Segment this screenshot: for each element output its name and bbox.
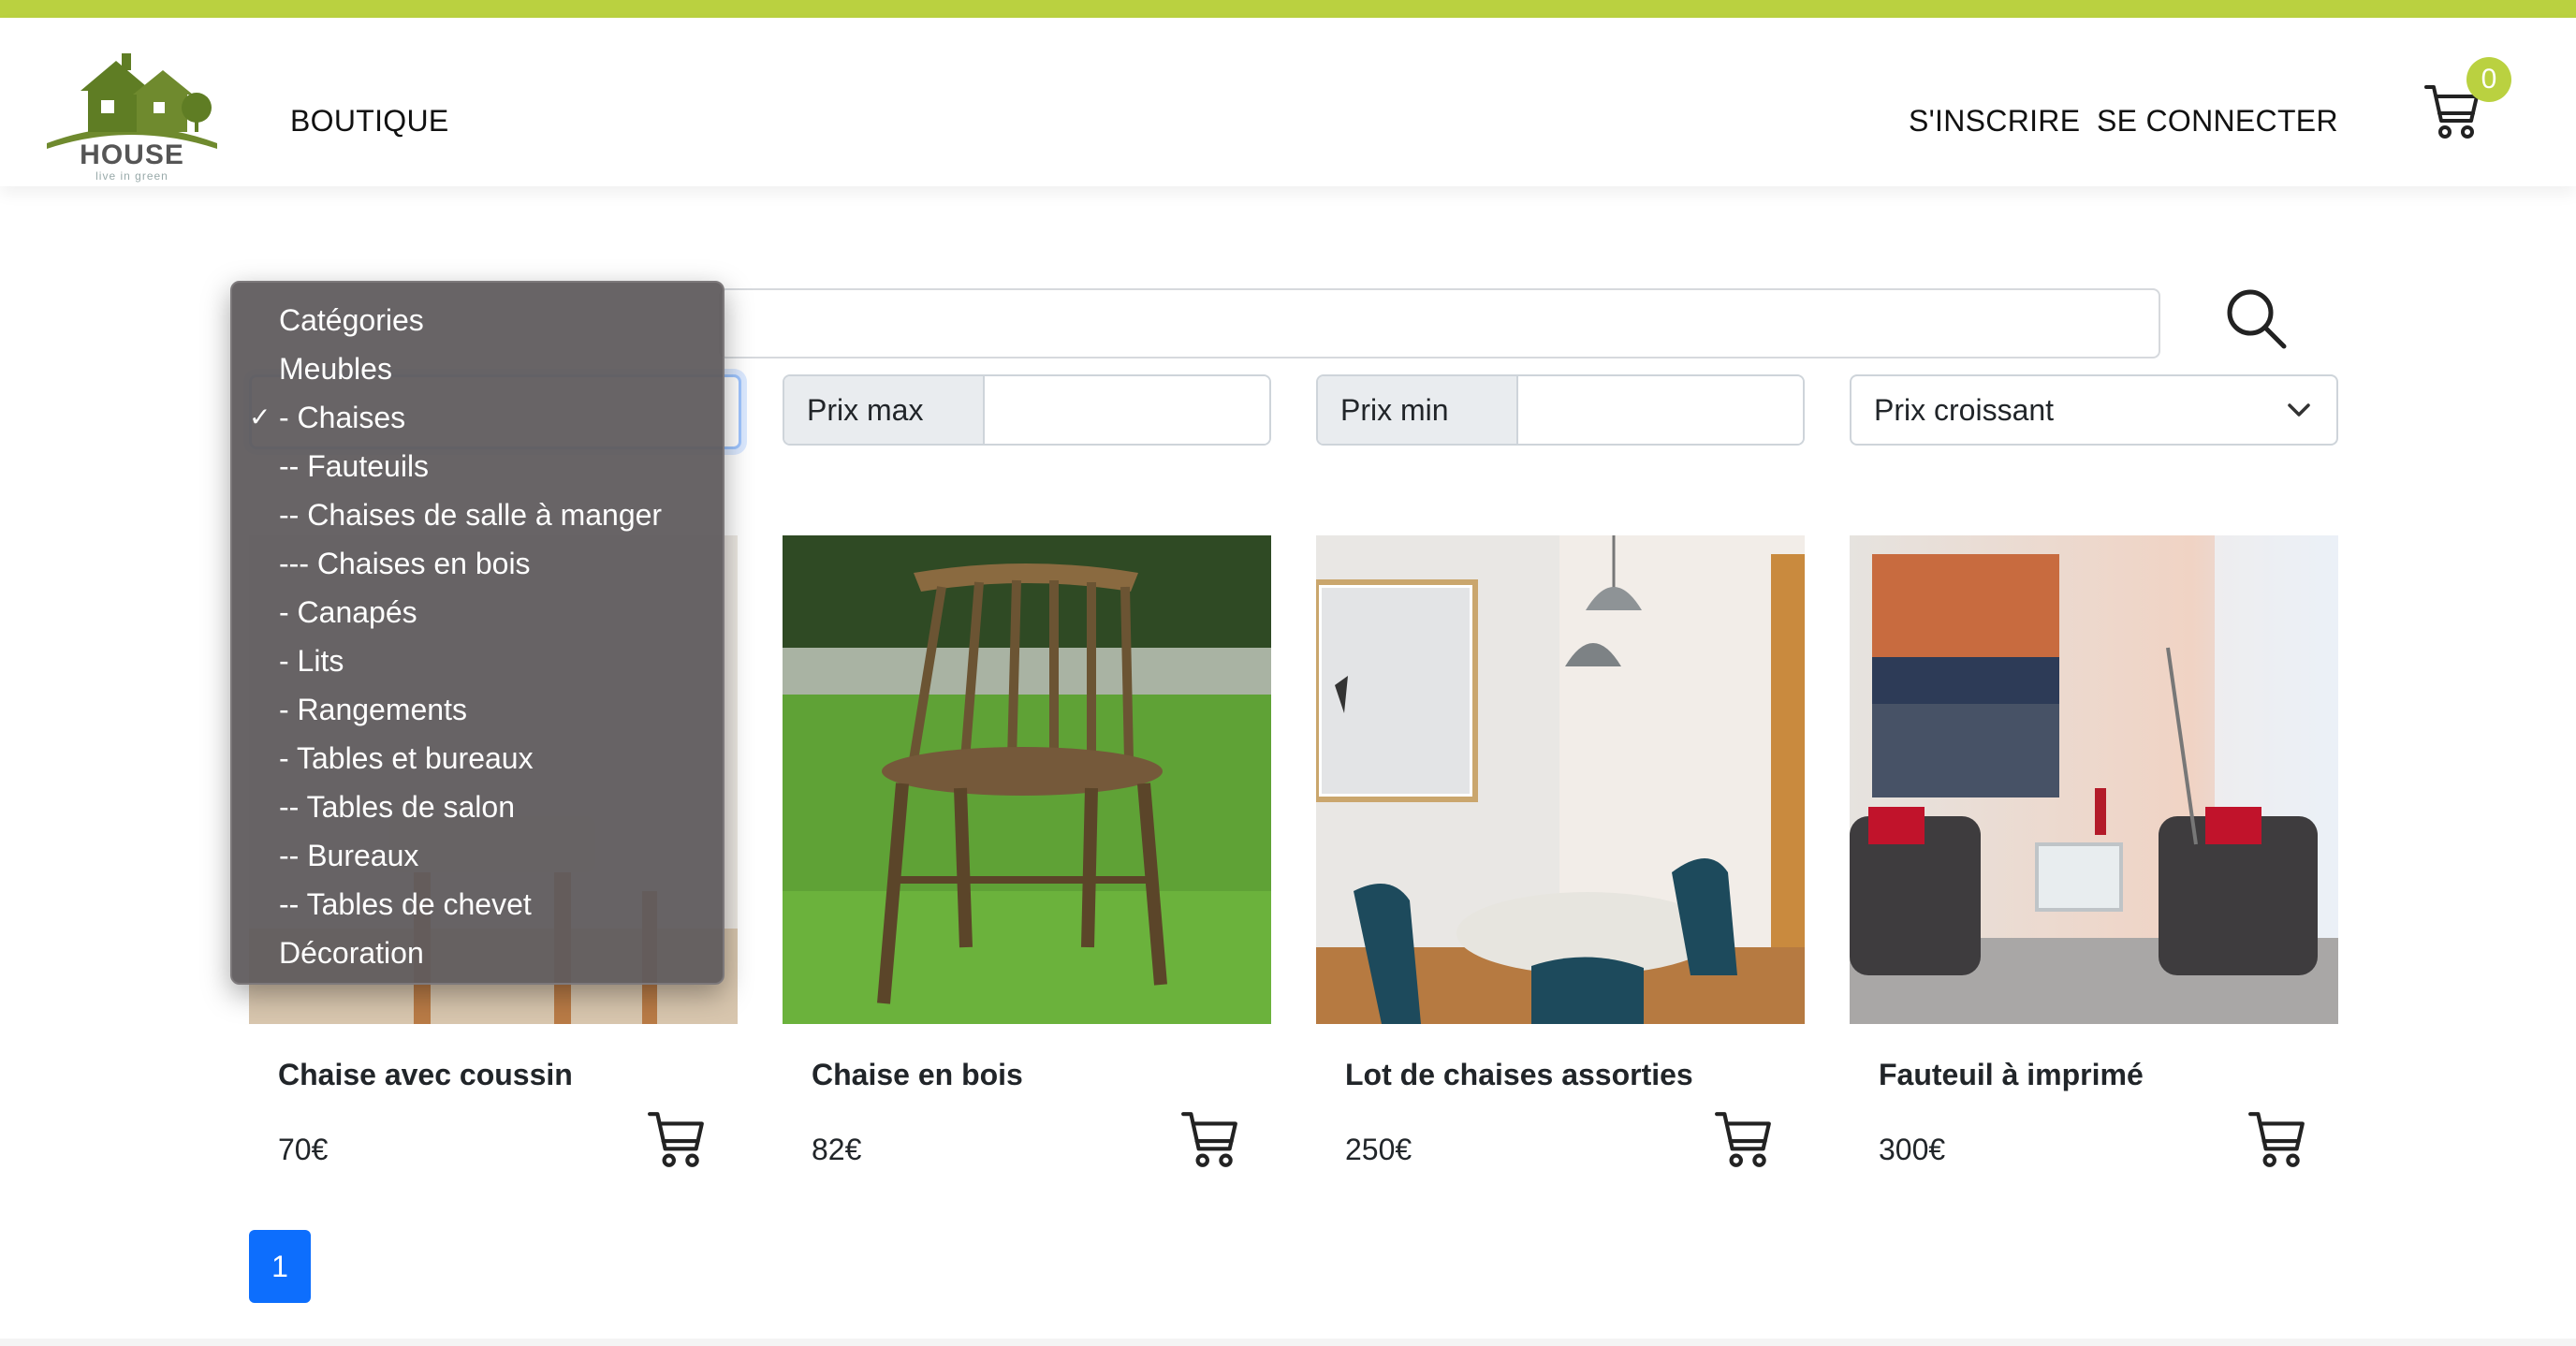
max-price-group: Prix max [783, 374, 1271, 446]
add-to-cart-icon[interactable] [2247, 1110, 2308, 1170]
product-title[interactable]: Lot de chaises assorties [1345, 1058, 1693, 1092]
dropdown-option[interactable]: -- Tables de chevet [232, 880, 723, 929]
option-label: -- Chaises de salle à manger [279, 498, 663, 532]
logo[interactable]: HOUSE live in green [43, 46, 221, 183]
option-label: -- Tables de chevet [279, 887, 532, 921]
option-label: -- Tables de salon [279, 790, 515, 824]
nav-login-link[interactable]: SE CONNECTER [2097, 104, 2338, 139]
min-price-label: Prix min [1318, 376, 1518, 444]
dropdown-option[interactable]: -- Fauteuils [232, 442, 723, 490]
dropdown-option[interactable]: - Lits [232, 636, 723, 685]
min-price-group: Prix min [1316, 374, 1805, 446]
product-price: 70€ [278, 1133, 329, 1166]
dropdown-option[interactable]: -- Chaises de salle à manger [232, 490, 723, 539]
navbar: HOUSE live in green BOUTIQUE S'INSCRIRE … [0, 18, 2576, 186]
sort-select-value: Prix croissant [1874, 392, 2055, 427]
search-icon[interactable] [2224, 286, 2290, 350]
dropdown-option[interactable]: Décoration [232, 929, 723, 977]
max-price-label: Prix max [784, 376, 985, 444]
product-image[interactable] [1850, 535, 2338, 1024]
product-price: 250€ [1345, 1133, 1412, 1166]
add-to-cart-icon[interactable] [1179, 1110, 1241, 1170]
dropdown-option[interactable]: - Tables et bureaux [232, 734, 723, 783]
max-price-input[interactable] [985, 376, 1269, 444]
add-to-cart-icon[interactable] [1713, 1110, 1775, 1170]
option-label: - Lits [279, 644, 344, 678]
min-price-input[interactable] [1518, 376, 1803, 444]
product-title[interactable]: Fauteuil à imprimé [1879, 1058, 2144, 1092]
option-label: -- Fauteuils [279, 449, 430, 483]
chevron-down-icon [2288, 403, 2310, 417]
footer-divider [0, 1339, 2576, 1346]
option-label: --- Chaises en bois [279, 547, 531, 580]
search-input[interactable] [719, 288, 2160, 358]
option-label: Meubles [279, 352, 392, 386]
dropdown-option[interactable]: -- Tables de salon [232, 783, 723, 831]
dropdown-option[interactable]: Catégories [232, 296, 723, 344]
cart-count-badge: 0 [2466, 57, 2511, 102]
dropdown-option[interactable]: --- Chaises en bois [232, 539, 723, 588]
product-image[interactable] [1316, 535, 1805, 1024]
pagination-page-1[interactable]: 1 [249, 1230, 311, 1303]
product-price: 300€ [1879, 1133, 1946, 1166]
product-price: 82€ [812, 1133, 862, 1166]
option-label: Décoration [279, 936, 424, 970]
option-label: - Tables et bureaux [279, 741, 534, 775]
product-image[interactable] [783, 535, 1271, 1024]
add-to-cart-icon[interactable] [646, 1110, 708, 1170]
logo-text: HOUSE [80, 139, 184, 170]
dropdown-option-selected[interactable]: ✓ - Chaises [232, 393, 723, 442]
dropdown-option[interactable]: - Canapés [232, 588, 723, 636]
top-accent-bar [0, 0, 2576, 18]
option-label: -- Bureaux [279, 839, 419, 872]
option-label: - Chaises [279, 401, 406, 434]
dropdown-option[interactable]: Meubles [232, 344, 723, 393]
product-title[interactable]: Chaise en bois [812, 1058, 1023, 1092]
option-label: - Canapés [279, 595, 417, 629]
category-dropdown-menu: Catégories Meubles ✓ - Chaises -- Fauteui… [230, 281, 724, 985]
nav-shop-link[interactable]: BOUTIQUE [290, 104, 449, 139]
checkmark-icon: ✓ [249, 402, 271, 432]
dropdown-option[interactable]: -- Bureaux [232, 831, 723, 880]
sort-select[interactable]: Prix croissant [1850, 374, 2338, 446]
product-title[interactable]: Chaise avec coussin [278, 1058, 573, 1092]
nav-register-link[interactable]: S'INSCRIRE [1909, 104, 2080, 139]
option-label: Catégories [279, 303, 424, 337]
logo-tagline: live in green [95, 169, 168, 183]
dropdown-option[interactable]: - Rangements [232, 685, 723, 734]
option-label: - Rangements [279, 693, 467, 726]
